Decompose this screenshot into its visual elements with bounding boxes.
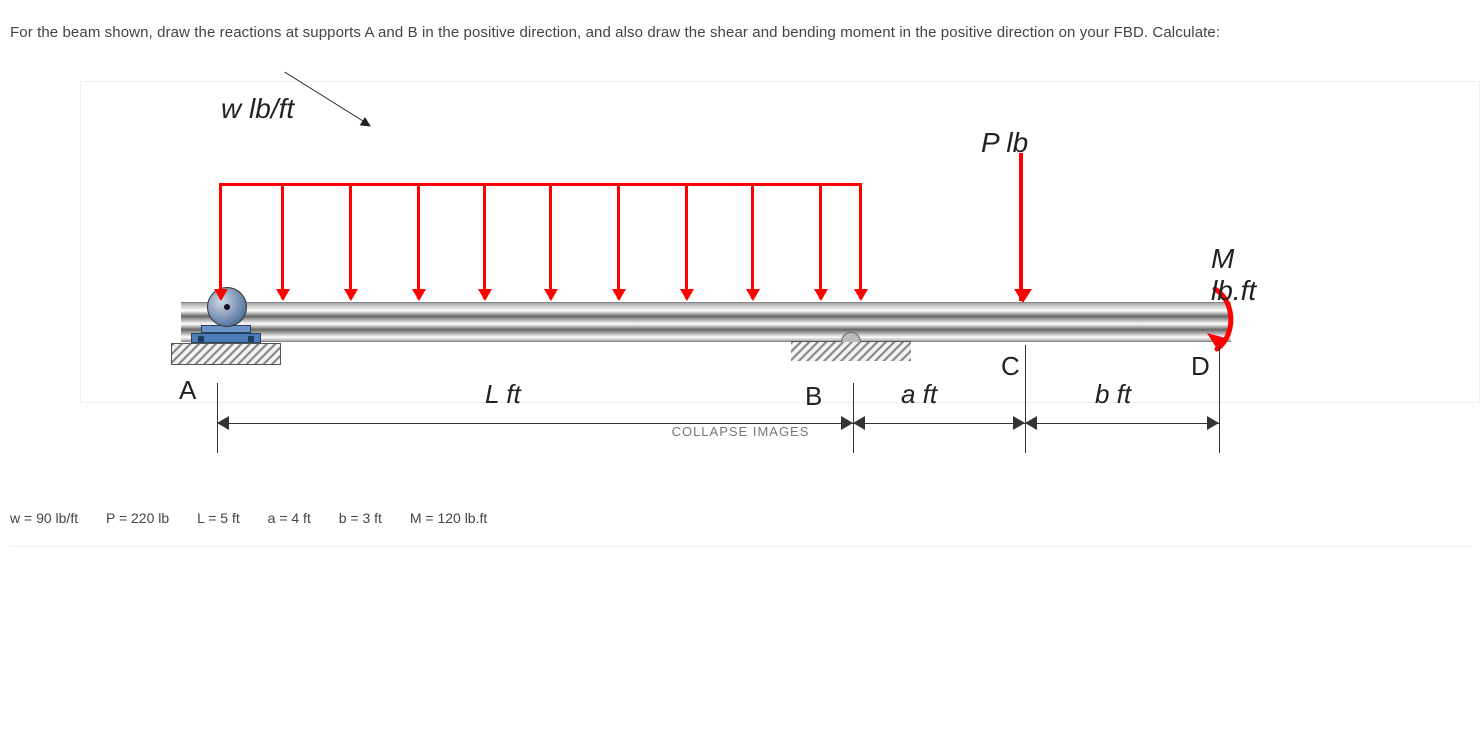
label-a: a ft — [901, 379, 937, 410]
dimension-L — [217, 383, 853, 463]
pin-support-a — [171, 295, 281, 365]
point-load-p — [1019, 153, 1023, 301]
label-b: b ft — [1095, 379, 1131, 410]
label-L: L ft — [485, 379, 521, 410]
label-w: w lb/ft — [221, 93, 294, 125]
tick-C — [1025, 345, 1026, 383]
label-M: M lb.ft — [1211, 243, 1256, 307]
beam-diagram: w lb/ft P lb M lb.ft A B C D — [80, 81, 1480, 403]
given-b: b = 3 ft — [339, 510, 382, 526]
point-C: C — [1001, 351, 1020, 382]
given-M: M = 120 lb.ft — [410, 510, 487, 526]
problem-statement: For the beam shown, draw the reactions a… — [10, 24, 1471, 41]
point-D: D — [1191, 351, 1210, 382]
tick-D — [1219, 345, 1220, 383]
w-leader-line — [284, 72, 369, 126]
given-a: a = 4 ft — [268, 510, 311, 526]
dimension-a — [853, 383, 1025, 463]
given-P: P = 220 lb — [106, 510, 169, 526]
given-values: w = 90 lb/ft P = 220 lb L = 5 ft a = 4 f… — [10, 500, 1471, 547]
point-A: A — [179, 375, 196, 406]
given-w: w = 90 lb/ft — [10, 510, 78, 526]
beam: w lb/ft P lb M lb.ft A B C D — [181, 302, 1231, 342]
roller-support-b — [791, 341, 911, 361]
label-P: P lb — [981, 127, 1028, 159]
given-L: L = 5 ft — [197, 510, 240, 526]
distributed-load-w — [219, 183, 861, 303]
